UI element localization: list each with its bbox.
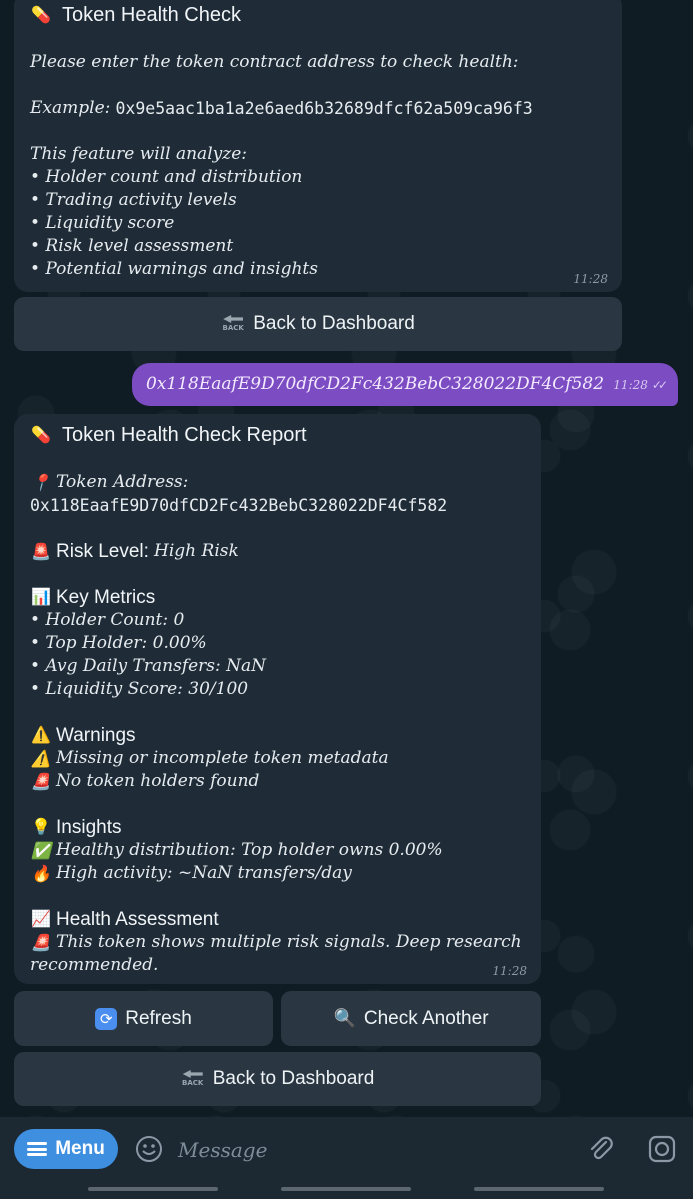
trend-chart-icon: 📈: [31, 911, 51, 928]
message-input[interactable]: Message: [178, 1135, 538, 1165]
camera-icon[interactable]: [647, 1134, 677, 1164]
metric-item: • Holder Count: 0: [30, 610, 185, 630]
user-message-address: 0x118EaafE9D70dfCD2Fc432BebC328022DF4Cf5…: [132, 363, 678, 406]
message-time: 11:28: [573, 272, 608, 286]
feature-item: • Potential warnings and insights: [30, 259, 318, 279]
metric-item: • Liquidity Score: 30/100: [30, 679, 249, 699]
message-title: 💊 Token Health Check: [31, 3, 241, 26]
back-icon: BACK: [181, 1068, 205, 1090]
magnifier-icon: 🔍: [333, 1008, 356, 1028]
message-time: 11:28: [492, 964, 527, 978]
feature-item: • Risk level assessment: [30, 236, 234, 256]
siren-icon: 🚨: [31, 542, 51, 561]
token-address-label: 📍 Token Address:: [31, 472, 189, 492]
insight-item: ✅ Healthy distribution: Top holder owns 0…: [31, 840, 443, 860]
pin-icon: 📍: [31, 473, 51, 492]
pill-icon: 💊: [31, 427, 51, 444]
message-meta: 11:28 ✓✓: [613, 377, 668, 392]
metrics-title: 📊 Key Metrics: [31, 587, 156, 608]
metric-item: • Top Holder: 0.00%: [30, 633, 207, 653]
token-address-value: 0x118EaafE9D70dfCD2Fc432BebC328022DF4Cf5…: [30, 496, 448, 515]
system-nav-indicator: [281, 1187, 411, 1191]
risk-level-line: 🚨 Risk Level: High Risk: [31, 541, 239, 562]
refresh-button[interactable]: ⟳ Refresh: [14, 991, 273, 1046]
back-icon: BACK: [221, 313, 245, 335]
back-to-dashboard-button[interactable]: BACK Back to Dashboard: [14, 1052, 541, 1106]
pill-icon: 💊: [31, 7, 51, 24]
warning-item: 🚨 No token holders found: [31, 771, 260, 791]
feature-item: • Holder count and distribution: [30, 167, 303, 187]
lightbulb-icon: 💡: [31, 819, 51, 836]
report-title: 💊 Token Health Check Report: [31, 423, 307, 446]
feature-item: • Liquidity score: [30, 213, 175, 233]
siren-icon: 🚨: [31, 772, 51, 791]
assessment-text-cont: recommended.: [30, 955, 159, 975]
metric-item: • Avg Daily Transfers: NaN: [30, 656, 267, 676]
menu-button[interactable]: Menu: [14, 1129, 118, 1169]
double-check-icon: ✓✓: [651, 377, 668, 392]
feature-item: • Trading activity levels: [30, 190, 237, 210]
feature-intro: This feature will analyze:: [30, 144, 247, 164]
check-mark-icon: ✅: [31, 841, 51, 860]
back-to-dashboard-button[interactable]: BACK Back to Dashboard: [14, 297, 622, 351]
example-line: Example: 0x9e5aac1ba1a2e6aed6b32689dfcf6…: [30, 98, 533, 118]
bar-chart-icon: 📊: [31, 589, 51, 606]
fire-icon: 🔥: [31, 864, 51, 883]
attach-icon[interactable]: [586, 1134, 616, 1164]
refresh-icon: ⟳: [95, 1007, 118, 1030]
check-another-button[interactable]: 🔍 Check Another: [281, 991, 541, 1046]
bot-message-prompt: 💊 Token Health Check Please enter the to…: [14, 0, 622, 292]
prompt-text: Please enter the token contract address …: [30, 52, 519, 72]
emoji-icon[interactable]: [135, 1135, 163, 1163]
system-nav-indicator: [88, 1187, 218, 1191]
system-nav-indicator: [474, 1187, 604, 1191]
warnings-title: ⚠️ Warnings: [31, 725, 136, 746]
insight-item: 🔥 High activity: ~NaN transfers/day: [31, 863, 352, 883]
assessment-title: 📈 Health Assessment: [31, 909, 219, 930]
siren-icon: 🚨: [31, 933, 51, 952]
insights-title: 💡 Insights: [31, 817, 122, 838]
warning-icon: ⚠️: [31, 749, 51, 768]
warning-icon: ⚠️: [31, 727, 51, 744]
warning-item: ⚠️ Missing or incomplete token metadata: [31, 748, 389, 768]
bot-message-report: 💊 Token Health Check Report 📍 Token Addre…: [14, 414, 541, 984]
hamburger-icon: [27, 1142, 48, 1156]
assessment-text: 🚨 This token shows multiple risk signals.…: [31, 932, 522, 952]
